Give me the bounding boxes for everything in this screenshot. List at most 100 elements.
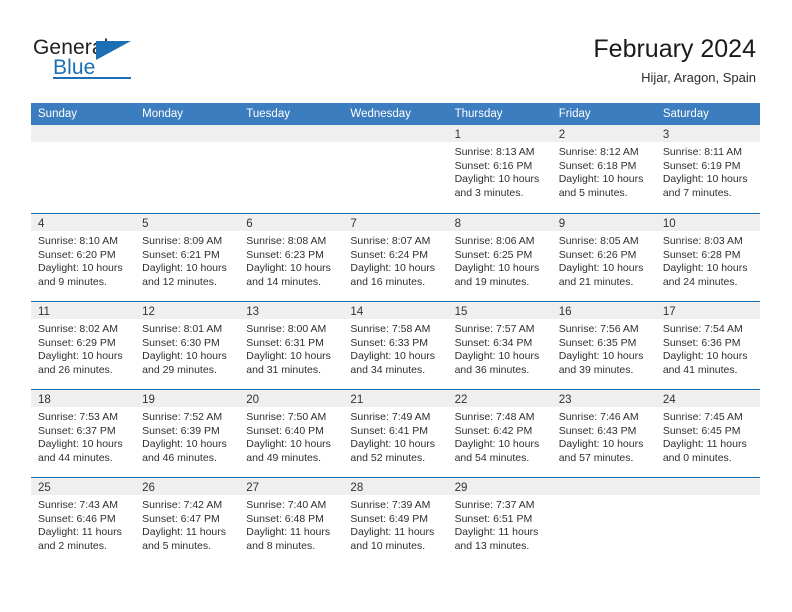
day-cell[interactable]: 17 Sunrise: 7:54 AM Sunset: 6:36 PM Dayligh… — [655, 302, 760, 389]
day-cell[interactable]: 6 Sunrise: 8:08 AM Sunset: 6:23 PM Daylight… — [239, 214, 344, 301]
day-number: 3 — [662, 129, 670, 141]
daylight-text-line1: Daylight: 10 hours — [350, 350, 436, 363]
day-number: 23 — [558, 394, 572, 406]
sunrise-text: Sunrise: 7:53 AM — [38, 411, 118, 423]
day-cell[interactable]: 7 Sunrise: 8:07 AM Sunset: 6:24 PM Daylight… — [343, 214, 448, 301]
day-details: Sunrise: 8:11 AM Sunset: 6:19 PM Daylight:… — [656, 142, 760, 200]
day-cell[interactable]: 9 Sunrise: 8:05 AM Sunset: 6:26 PM Daylight… — [551, 214, 656, 301]
day-cell[interactable]: 8 Sunrise: 8:06 AM Sunset: 6:25 PM Daylight… — [447, 214, 552, 301]
day-number-band: 19 — [135, 390, 240, 407]
day-cell[interactable]: 3 Sunrise: 8:11 AM Sunset: 6:19 PM Daylight… — [655, 125, 760, 213]
day-number: 17 — [662, 306, 676, 318]
sunset-text: Sunset: 6:46 PM — [38, 512, 116, 525]
day-cell[interactable]: 15 Sunrise: 7:57 AM Sunset: 6:34 PM Dayligh… — [447, 302, 552, 389]
day-cell[interactable]: 16 Sunrise: 7:56 AM Sunset: 6:35 PM Dayligh… — [551, 302, 656, 389]
sunrise-text: Sunrise: 7:57 AM — [454, 323, 535, 335]
day-cell[interactable]: 26 Sunrise: 7:42 AM Sunset: 6:47 PM Dayligh… — [135, 478, 240, 569]
day-cell[interactable]: 13 Sunrise: 8:00 AM Sunset: 6:31 PM Dayligh… — [239, 302, 344, 389]
day-cell[interactable]: 18 Sunrise: 7:53 AM Sunset: 6:37 PM Dayligh… — [31, 390, 136, 477]
day-number: 7 — [350, 218, 357, 230]
day-cell[interactable]: 29 Sunrise: 7:37 AM Sunset: 6:51 PM Dayligh… — [447, 478, 552, 569]
day-number: 24 — [662, 394, 676, 406]
calendar-week-row: 18 Sunrise: 7:53 AM Sunset: 6:37 PM Dayligh… — [31, 389, 760, 477]
daylight-text-line2: and 41 minutes. — [662, 363, 738, 376]
day-cell[interactable] — [239, 125, 344, 213]
day-number-band: 12 — [135, 302, 240, 319]
daylight-text-line1: Daylight: 11 hours — [38, 526, 122, 539]
sunset-text: Sunset: 6:23 PM — [246, 248, 324, 261]
day-number-band: 14 — [343, 302, 448, 319]
day-cell[interactable]: 25 Sunrise: 7:43 AM Sunset: 6:46 PM Dayligh… — [31, 478, 136, 569]
page-title: February 2024 — [593, 35, 756, 63]
sunrise-text: Sunrise: 8:11 AM — [662, 146, 743, 158]
daylight-text-line2: and 54 minutes. — [454, 451, 530, 464]
day-cell[interactable] — [135, 125, 240, 213]
day-cell[interactable]: 23 Sunrise: 7:46 AM Sunset: 6:43 PM Dayligh… — [551, 390, 656, 477]
day-details: Sunrise: 8:01 AM Sunset: 6:30 PM Daylight:… — [135, 319, 239, 377]
day-cell[interactable] — [343, 125, 448, 213]
day-number-band: 17 — [655, 302, 760, 319]
day-number: 12 — [142, 306, 155, 318]
sunset-text: Sunset: 6:33 PM — [350, 336, 429, 349]
day-cell[interactable]: 4 Sunrise: 8:10 AM Sunset: 6:20 PM Daylight… — [31, 214, 136, 301]
weekday-header-row: Sunday Monday Tuesday Wednesday Thursday… — [31, 103, 760, 125]
day-details: Sunrise: 8:05 AM Sunset: 6:26 PM Daylight:… — [552, 231, 656, 289]
day-details: Sunrise: 8:12 AM Sunset: 6:18 PM Daylight:… — [552, 142, 656, 200]
day-cell[interactable]: 19 Sunrise: 7:52 AM Sunset: 6:39 PM Dayligh… — [135, 390, 240, 477]
calendar-week-row: 1 Sunrise: 8:13 AM Sunset: 6:16 PM Daylight… — [31, 125, 760, 213]
sunset-text: Sunset: 6:49 PM — [350, 512, 429, 525]
day-cell[interactable]: 10 Sunrise: 8:03 AM Sunset: 6:28 PM Dayligh… — [655, 214, 760, 301]
sunrise-text: Sunrise: 7:58 AM — [350, 323, 431, 335]
day-number-band: 1 — [447, 125, 552, 142]
sunset-text: Sunset: 6:21 PM — [142, 248, 220, 261]
day-cell[interactable]: 5 Sunrise: 8:09 AM Sunset: 6:21 PM Daylight… — [135, 214, 240, 301]
weekday-header-thursday: Thursday — [454, 108, 503, 120]
day-details: Sunrise: 7:52 AM Sunset: 6:39 PM Daylight:… — [135, 407, 239, 465]
daylight-text-line2: and 7 minutes. — [662, 186, 732, 199]
daylight-text-line1: Daylight: 10 hours — [142, 262, 227, 275]
sunset-text: Sunset: 6:51 PM — [454, 512, 533, 525]
day-cell[interactable]: 20 Sunrise: 7:50 AM Sunset: 6:40 PM Dayligh… — [239, 390, 344, 477]
logo-triangle-icon — [96, 41, 131, 60]
day-cell[interactable]: 2 Sunrise: 8:12 AM Sunset: 6:18 PM Daylight… — [551, 125, 656, 213]
day-number: 8 — [454, 218, 461, 230]
day-cell[interactable]: 28 Sunrise: 7:39 AM Sunset: 6:49 PM Dayligh… — [343, 478, 448, 569]
daylight-text-line2: and 3 minutes. — [454, 186, 524, 199]
daylight-text-line2: and 21 minutes. — [558, 275, 634, 288]
day-cell[interactable]: 1 Sunrise: 8:13 AM Sunset: 6:16 PM Daylight… — [447, 125, 552, 213]
day-cell[interactable]: 14 Sunrise: 7:58 AM Sunset: 6:33 PM Dayligh… — [343, 302, 448, 389]
day-cell[interactable]: 11 Sunrise: 8:02 AM Sunset: 6:29 PM Dayligh… — [31, 302, 136, 389]
day-details — [656, 495, 760, 499]
day-number-band: 4 — [31, 214, 136, 231]
daylight-text-line2: and 12 minutes. — [142, 275, 217, 288]
day-cell[interactable] — [31, 125, 136, 213]
daylight-text-line2: and 14 minutes. — [246, 275, 321, 288]
day-details: Sunrise: 8:03 AM Sunset: 6:28 PM Daylight:… — [656, 231, 760, 289]
day-number: 28 — [350, 482, 364, 494]
sunrise-text: Sunrise: 7:40 AM — [246, 499, 327, 511]
daylight-text-line1: Daylight: 10 hours — [246, 438, 331, 451]
sunset-text: Sunset: 6:30 PM — [142, 336, 220, 349]
general-blue-logo[interactable]: General Blue — [33, 36, 153, 82]
day-cell[interactable]: 27 Sunrise: 7:40 AM Sunset: 6:48 PM Dayligh… — [239, 478, 344, 569]
day-cell[interactable]: 21 Sunrise: 7:49 AM Sunset: 6:41 PM Dayligh… — [343, 390, 448, 477]
day-cell[interactable]: 22 Sunrise: 7:48 AM Sunset: 6:42 PM Dayligh… — [447, 390, 552, 477]
day-cell[interactable] — [551, 478, 656, 569]
daylight-text-line1: Daylight: 10 hours — [246, 262, 331, 275]
day-cell[interactable]: 12 Sunrise: 8:01 AM Sunset: 6:30 PM Dayligh… — [135, 302, 240, 389]
day-cell[interactable] — [655, 478, 760, 569]
sunset-text: Sunset: 6:45 PM — [662, 424, 741, 437]
daylight-text-line2: and 0 minutes. — [662, 451, 732, 464]
day-cell[interactable]: 24 Sunrise: 7:45 AM Sunset: 6:45 PM Dayligh… — [655, 390, 760, 477]
daylight-text-line2: and 46 minutes. — [142, 451, 217, 464]
sunset-text: Sunset: 6:16 PM — [454, 159, 533, 172]
day-details: Sunrise: 7:45 AM Sunset: 6:45 PM Daylight:… — [656, 407, 760, 465]
daylight-text-line2: and 36 minutes. — [454, 363, 530, 376]
day-number-band — [239, 125, 344, 142]
sunset-text: Sunset: 6:28 PM — [662, 248, 741, 261]
day-details: Sunrise: 8:10 AM Sunset: 6:20 PM Daylight:… — [31, 231, 135, 289]
day-details: Sunrise: 7:43 AM Sunset: 6:46 PM Daylight:… — [31, 495, 135, 553]
daylight-text-line2: and 31 minutes. — [246, 363, 321, 376]
day-details: Sunrise: 8:09 AM Sunset: 6:21 PM Daylight:… — [135, 231, 239, 289]
day-details: Sunrise: 7:39 AM Sunset: 6:49 PM Daylight:… — [343, 495, 447, 553]
